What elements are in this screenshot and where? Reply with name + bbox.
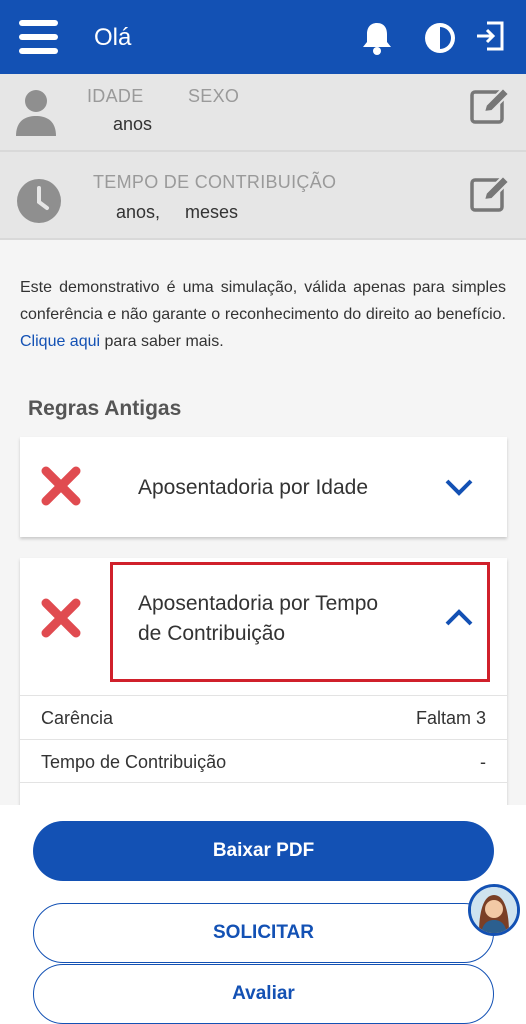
assistant-avatar[interactable] xyxy=(468,884,520,936)
request-button[interactable]: SOLICITAR xyxy=(33,903,494,963)
detail-value: - xyxy=(480,752,486,772)
clock-icon xyxy=(17,179,61,223)
highlight-box xyxy=(110,562,490,682)
hamburger-icon[interactable] xyxy=(19,20,58,54)
detail-label: Tempo de Contribuição xyxy=(41,752,227,772)
age-value: anos xyxy=(113,114,153,134)
detail-row: Tempo de Contribuição - xyxy=(20,739,507,783)
top-bar: Olá xyxy=(0,0,526,74)
section-title: Regras Antigas xyxy=(28,397,182,420)
disclaimer-body: Este demonstrativo é uma simulação, váli… xyxy=(20,279,506,323)
contribution-label: TEMPO DE CONTRIBUIÇÃO xyxy=(93,172,337,192)
assistant-avatar-icon xyxy=(471,887,517,933)
profile-row: IDADE SEXO anos xyxy=(0,74,526,152)
greeting-title: Olá xyxy=(94,24,132,51)
edit-icon[interactable] xyxy=(470,174,512,212)
not-eligible-icon xyxy=(41,466,81,506)
contribution-months: meses xyxy=(185,202,239,222)
download-pdf-button[interactable]: Baixar PDF xyxy=(33,821,494,881)
detail-row: Carência Faltam 3 xyxy=(20,695,507,739)
rule-card-age[interactable]: Aposentadoria por Idade xyxy=(20,437,507,537)
sex-label: SEXO xyxy=(188,86,240,106)
rule-title: Aposentadoria por Idade xyxy=(138,476,369,499)
disclaimer-suffix: para saber mais. xyxy=(104,333,224,350)
bell-icon[interactable] xyxy=(359,20,395,56)
age-label: IDADE xyxy=(87,86,144,106)
not-eligible-icon xyxy=(41,598,81,638)
detail-label: Carência xyxy=(41,708,114,728)
logout-icon[interactable] xyxy=(474,20,506,52)
chevron-down-icon[interactable] xyxy=(444,477,474,497)
contribution-years: anos, xyxy=(116,202,161,222)
contrast-icon[interactable] xyxy=(422,20,458,56)
disclaimer-text: Este demonstrativo é uma simulação, váli… xyxy=(20,274,506,355)
edit-icon[interactable] xyxy=(470,86,512,124)
person-icon xyxy=(16,90,56,136)
detail-value: Faltam 3 xyxy=(415,708,486,728)
contribution-row: TEMPO DE CONTRIBUIÇÃO anos, meses xyxy=(0,152,526,240)
learn-more-link[interactable]: Clique aqui xyxy=(20,333,100,350)
rate-button[interactable]: Avaliar xyxy=(33,964,494,1024)
